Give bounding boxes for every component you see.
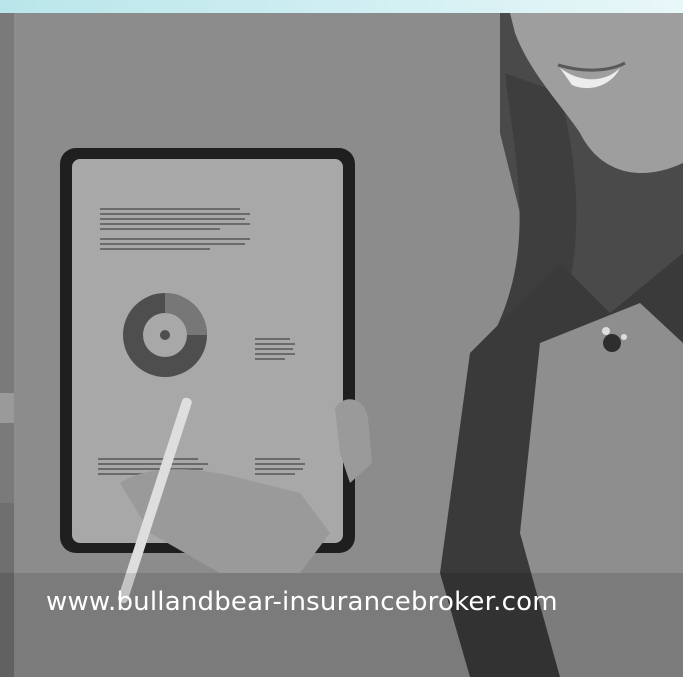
woman-with-tablet-photo [0, 13, 683, 677]
top-color-strip [0, 0, 683, 13]
photo-frame: www.bullandbear-insurancebroker.com [0, 0, 683, 677]
website-url-text: www.bullandbear-insurancebroker.com [46, 587, 558, 617]
